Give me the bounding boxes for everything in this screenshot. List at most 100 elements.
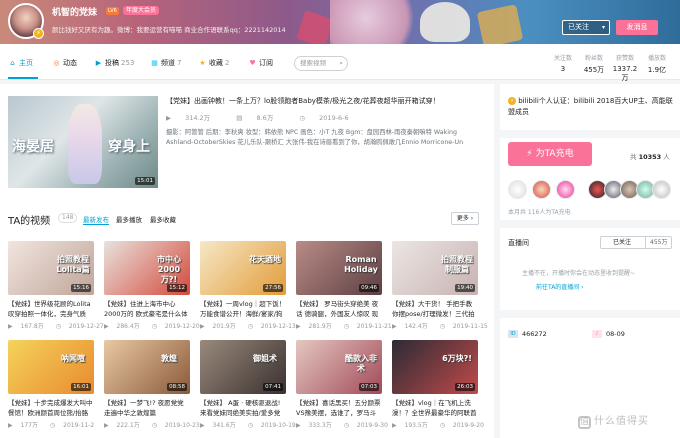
video-thumbnail[interactable]: 拍照教程制服篇 19:40 [392,241,478,295]
stat-fans[interactable]: 粉丝数 455万 [579,53,609,75]
thumbnail-caption: 海晏居 [12,139,54,155]
top-video-thumbnail[interactable]: 海晏居 穿身上 15:01 [8,96,158,188]
sort-most-favorited[interactable]: 最多收藏 [150,214,176,224]
watermark: 值什么值得买 [578,412,649,429]
search-input[interactable]: 搜索视频 ⌕ [294,56,348,71]
thumbnail-caption: 穿身上 [108,139,150,155]
video-title[interactable]: 【党妹】世界级花顾的Lolita 叹穿拍照一体化，完身气质 [8,299,94,319]
video-meta: ▶ 193.5万 ◷ 2019-9-20 [392,420,484,429]
publish-date: 2019-9-30 [356,422,388,429]
tab-dynamic[interactable]: ◎ 动态 [52,58,77,68]
video-card[interactable]: 敦煌 08:58 【党妹】一梦飞!? 夜愿党党走遍中华之敦煌篇 ▶ 222.1万 ◷ 2… [104,340,200,429]
verified-icon: ⚡ [508,97,516,105]
video-meta: ▶ 286.4万 ◷ 2019-12-20 [104,321,200,330]
supporter-avatar[interactable] [652,180,671,199]
video-title[interactable]: 【党妹】一周vlog｜超下饭！ 万能食谱公开！海鲜/宴家/狗 [200,299,286,319]
video-thumbnail[interactable]: Roman Holiday 09:46 [296,241,382,295]
profile-banner: ⚡ 机智的党妹 LV6 年度大会员 颜比钱好又厌有为趣。微博：我要运营有喵喵 商… [0,0,680,44]
signature: 颜比钱好又厌有为趣。微博：我要运营有喵喵 商业合作语联系qq：222114201… [52,26,286,34]
thumbnail-caption: 御姐术 [253,354,277,363]
lightning-icon: ⚡ [526,149,536,159]
search-icon[interactable]: ⌕ [339,57,343,70]
video-meta: ▶ 281.9万 ◷ 2019-11-21 [296,321,392,330]
video-card[interactable]: 6万块?! 26:03 【党妹】vlog｜在飞机上洗澡！？全世界最豪华的阿联酋 ▶ 1… [392,340,484,429]
plays-item: ▶ 222.1万 [104,422,146,429]
thumbnail-caption: 拍照教程Lolita篇 [56,255,90,274]
play-icon: ▶ [8,323,15,330]
live-offline-message: 主播不在，开播时你会在动态里收到提醒~ [522,270,636,277]
video-card[interactable]: 拍照教程制服篇 19:40 【党妹】大干货！ 手把手教你摆pose/打理微发！三代拍… [392,241,488,330]
video-thumbnail[interactable]: 市中心2000万?! 15:12 [104,241,190,295]
video-title[interactable]: 【党妹】 A蛋 · 硬核驱退战! 来看党妹同绝美实拍/爱多党 [200,398,286,418]
video-thumbnail[interactable]: 呐闻喧 16:01 [8,340,94,394]
plays-item: ▶ 341.6万 [200,422,242,429]
video-thumbnail[interactable]: 花天酒地 27:56 [200,241,286,295]
charge-button[interactable]: ⚡ 为TA充电 [508,142,592,166]
top-video-title[interactable]: 【党妹】出画钟教！一条上万？lo股领跑者Baby模茶/极光之夜/花葬夜超华丽开箱… [166,96,488,106]
videos-section-title: TA的视频 [8,216,51,227]
video-title[interactable]: 【党妹】一梦飞!? 夜愿党党走遍中华之敦煌篇 [104,398,190,418]
publish-date: 2019-12-27 [68,323,104,330]
supporter-avatar[interactable] [508,180,527,199]
stat-label: 获赞数 [615,55,634,62]
smzdm-logo-icon: 值 [578,416,591,429]
video-thumbnail[interactable]: 御姐术 07:41 [200,340,286,394]
tab-upload[interactable]: ▶ 投稿 253 [94,58,135,68]
tab-subscribe[interactable]: ♥ 订阅 [248,58,273,68]
video-duration: 15:01 [135,177,155,185]
plays-item: ▶ 281.9万 [296,323,338,330]
video-title[interactable]: 【党妹】住进上海市中心 2000万的 欧式豪宅是什么体验 [104,299,190,319]
supporter-avatar[interactable] [532,180,551,199]
video-thumbnail[interactable]: 拍照教程Lolita篇 15:16 [8,241,94,295]
play-icon: ▶ [104,323,111,330]
banner-decoration [420,2,470,42]
video-thumbnail[interactable]: 敦煌 08:58 [104,340,190,394]
charge-total-count: 10353 [638,153,662,161]
live-room-link[interactable]: 前往TA的直播间 › [536,282,584,291]
chevron-right-icon: › [581,284,584,291]
subscribe-icon: ♥ [249,59,256,67]
plays-item: ▶ 167.8万 [8,323,50,330]
video-title[interactable]: 【党妹】大干货！ 手把手教你摆pose/打理微发！三代拍照 [392,299,478,319]
video-card[interactable]: 拍照教程Lolita篇 15:16 【党妹】世界级花顾的Lolita 叹穿拍照一体化… [8,241,104,330]
video-duration: 15:16 [71,284,91,292]
video-card[interactable]: 御姐术 07:41 【党妹】 A蛋 · 硬核驱退战! 来看党妹同绝美实拍/爱多党 ▶ … [200,340,296,429]
video-title[interactable]: 【党妹】vlog｜在飞机上洗澡！？全世界最豪华的阿联酋 [392,398,478,418]
video-card[interactable]: 市中心2000万?! 15:12 【党妹】住进上海市中心 2000万的 欧式豪宅是什… [104,241,200,330]
date-item: ◷ 2019-9-30 [344,422,394,429]
video-thumbnail[interactable]: 酷款入非术 07:03 [296,340,382,394]
more-videos-button[interactable]: 更多 › [451,212,479,225]
sort-most-played[interactable]: 最多播放 [116,214,142,224]
main-content: 海晏居 穿身上 15:01 【党妹】出画钟教！一条上万？lo股领跑者Baby模茶… [0,84,494,438]
video-title[interactable]: 【党妹】 罗马街头穿绝美 夜话 德骑腿，外国友人惊叹 现场 [296,299,382,319]
tab-favorite[interactable]: ★ 收藏 2 [198,58,229,68]
video-duration: 16:01 [71,383,91,391]
sort-latest[interactable]: 最新发布 [83,214,109,224]
video-title[interactable]: 【党妹】喜话黑买！五分颜票VS豫美摆，选谁了，罗马斗兽 [296,398,382,418]
month-charge-note: 本月共 116人为TA充电 [508,209,571,216]
plays-item: ▶ 201.9万 [200,323,242,330]
publish-date: 2019-10-19 [260,422,296,429]
avatar[interactable]: ⚡ [8,3,44,39]
live-follow-button[interactable]: 已关注 455万 [600,236,672,249]
banner-decoration [330,0,420,44]
tab-home[interactable]: ⌂ 主页 [8,58,33,68]
video-duration: 07:03 [359,383,379,391]
stat-following[interactable]: 关注数 3 [548,53,578,73]
video-card[interactable]: 酷款入非术 07:03 【党妹】喜话黑买！五分颜票VS豫美摆，选谁了，罗马斗兽 ▶ 3… [296,340,388,429]
video-card[interactable]: 呐闻喧 16:01 【党妹】十步完成爆发大叫中餐馆！欧洲颜首周位熊/抬胳膊 ▶ 177… [8,340,94,429]
tab-label: 频道 [161,59,175,67]
clock-icon: ◷ [49,422,58,429]
publish-date: 2019-11-15 [452,323,488,330]
video-card[interactable]: Roman Holiday 09:46 【党妹】 罗马街头穿绝美 夜话 德骑腿，外国… [296,241,392,330]
video-thumbnail[interactable]: 6万块?! 26:03 [392,340,478,394]
vip-badge[interactable]: 年度大会员 [123,6,160,15]
supporter-avatar[interactable] [556,180,575,199]
video-card[interactable]: 花天酒地 27:56 【党妹】一周vlog｜超下饭！ 万能食谱公开！海鲜/宴家/狗 ▶… [200,241,296,330]
clock-icon: ◷ [439,422,447,429]
date-item: ◷ 2019-11-15 [440,323,494,330]
followed-button[interactable]: 已关注 ▾ [562,20,610,35]
video-title[interactable]: 【党妹】十步完成爆发大叫中餐馆！欧洲颜首周位熊/抬胳膊 [8,398,94,418]
tab-channel[interactable]: ▦ 频道 7 [150,58,181,68]
send-message-button[interactable]: 发消息 [616,20,658,35]
